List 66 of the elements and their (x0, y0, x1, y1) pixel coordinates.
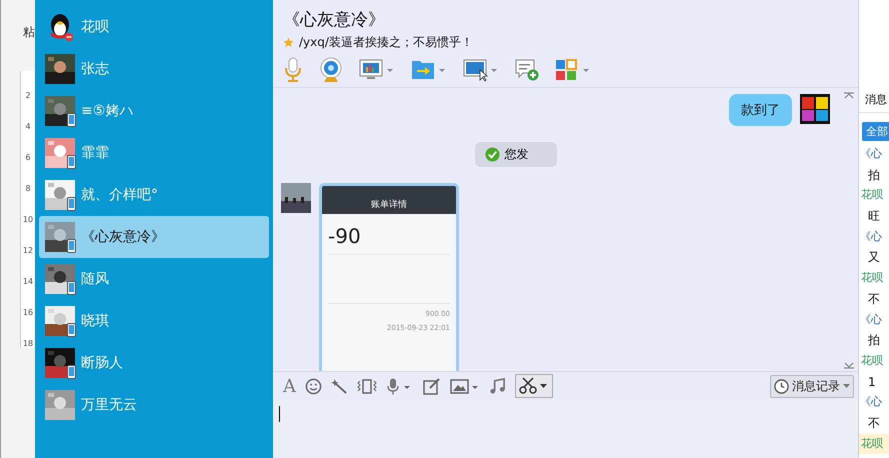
history-entry: 旺 (867, 208, 881, 226)
ruler-number: 10 (22, 215, 34, 224)
history-entry: 1 (867, 374, 877, 391)
contact-item[interactable]: 随风 (39, 258, 269, 300)
message-bubble: 款到了 (729, 94, 792, 126)
contact-item[interactable]: ≡⑤㛈ハ (39, 90, 269, 132)
history-entry: 又 (867, 249, 881, 266)
remote-desktop-icon[interactable] (463, 58, 499, 82)
contact-item[interactable]: 断肠人 (39, 342, 269, 384)
ruler-number: 12 (22, 246, 34, 255)
history-entry: 花呗 (860, 187, 884, 204)
checkmark-icon (484, 147, 500, 162)
ruler-number: 8 (25, 184, 31, 193)
history-entry: 花呗 (860, 270, 884, 286)
vibrate-icon[interactable] (357, 378, 377, 394)
scroll-down-icon[interactable] (844, 362, 854, 369)
notice-text: 您发 (504, 146, 528, 163)
history-entry: 花呗 (860, 352, 884, 369)
history-entry: 拍 (867, 332, 881, 350)
contact-item[interactable]: 霏霏 (39, 132, 269, 174)
contact-item[interactable]: 晓琪 (39, 300, 269, 342)
clock-icon (774, 378, 789, 394)
screen-title: 账单详情 (371, 198, 407, 210)
scroll-up-icon[interactable] (844, 92, 854, 99)
magic-wand-icon[interactable] (331, 378, 348, 394)
ruler-number: 4 (25, 122, 31, 131)
screen-share-icon[interactable] (359, 58, 395, 82)
scissors-icon (519, 377, 549, 395)
contact-item[interactable]: 《心灰意冷》 (39, 216, 269, 258)
ruler-number: 6 (25, 153, 31, 162)
ruler-number: 18 (22, 339, 34, 348)
contact-item[interactable]: 花呗 (39, 6, 269, 48)
history-entry: 拍 (867, 166, 881, 184)
history-entry: 《心 (859, 312, 883, 328)
contact-item[interactable]: 万里无云 (39, 384, 269, 426)
paste-label: 粘 (23, 24, 35, 41)
webcam-icon[interactable] (319, 57, 343, 83)
message-history-button[interactable]: 消息记录 (770, 374, 854, 398)
history-entry: 《心 (859, 146, 883, 162)
history-entry: 不 (867, 414, 881, 432)
history-entry: 《心 (859, 394, 883, 410)
amount-text: -90 (328, 224, 362, 248)
new-chat-icon[interactable] (515, 58, 539, 82)
all-tab[interactable]: 全部 (862, 122, 889, 141)
history-entry: 《心 (859, 228, 883, 245)
panel-title: 消息 (859, 92, 889, 113)
image-icon[interactable] (450, 378, 480, 394)
file-transfer-icon[interactable] (411, 58, 447, 82)
star-icon (283, 37, 294, 48)
contact-item[interactable]: 就、介样吧° (39, 174, 269, 216)
history-entry: 不 (867, 290, 881, 308)
ruler-number: 16 (22, 308, 34, 317)
signature-text: /yxq/装逼者挨揍之；不易惯乎！ (299, 34, 473, 51)
edit-icon[interactable] (423, 378, 441, 394)
ruler-number: 14 (22, 277, 34, 286)
caret-icon (843, 384, 850, 388)
smiley-icon[interactable] (305, 378, 322, 394)
screenshot-button[interactable] (515, 374, 553, 398)
contact-item[interactable]: 张志 (39, 48, 269, 90)
music-note-icon[interactable] (489, 378, 506, 394)
apps-grid-icon[interactable] (555, 58, 591, 82)
ruler-number: 2 (25, 91, 31, 100)
font-button[interactable]: A (283, 376, 296, 396)
history-entry: 花呗 (859, 434, 889, 454)
chat-title: 《心灰意冷》 (283, 9, 386, 31)
microphone-icon[interactable] (283, 57, 303, 83)
